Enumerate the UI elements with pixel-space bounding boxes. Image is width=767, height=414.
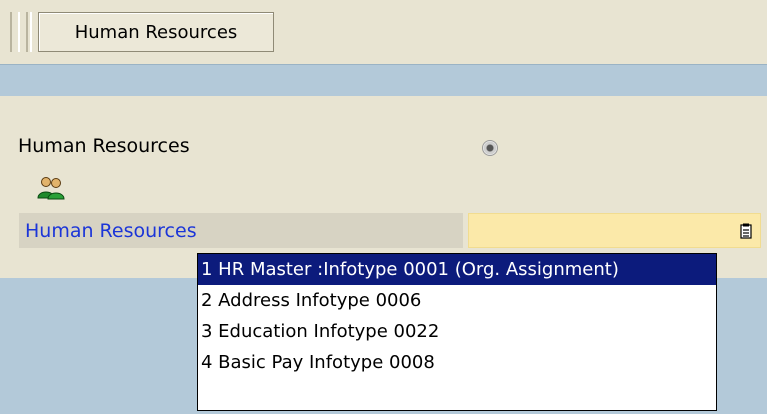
- form-area: [0, 96, 767, 278]
- dropdown-item[interactable]: 2 Address Infotype 0006: [198, 285, 716, 316]
- header-band: [0, 64, 767, 97]
- dropdown-item-selected[interactable]: 1 HR Master :Infotype 0001 (Org. Assignm…: [198, 254, 716, 285]
- dropdown-item-label: 1 HR Master :Infotype 0001 (Org. Assignm…: [201, 259, 619, 280]
- radio-button[interactable]: [482, 140, 498, 156]
- dropdown-item-label: 2 Address Infotype 0006: [201, 290, 422, 311]
- human-resources-toolbar-button[interactable]: Human Resources: [38, 12, 274, 52]
- dropdown-item-label: 3 Education Infotype 0022: [201, 321, 440, 342]
- people-icon: [37, 177, 65, 200]
- dropdown-item-label: 4 Basic Pay Infotype 0008: [201, 352, 435, 373]
- infotype-input-field[interactable]: [468, 213, 761, 248]
- toolbar-grip-secondary[interactable]: [26, 12, 32, 52]
- radio-label: Human Resources: [18, 135, 190, 157]
- infotype-dropdown-list[interactable]: 1 HR Master :Infotype 0001 (Org. Assignm…: [197, 253, 717, 411]
- field-label-human-resources: Human Resources: [19, 213, 463, 248]
- toolbar-button-label: Human Resources: [74, 21, 238, 43]
- dropdown-item[interactable]: 4 Basic Pay Infotype 0008: [198, 347, 716, 378]
- application-toolbar: Human Resources: [0, 0, 767, 64]
- field-label-text: Human Resources: [25, 219, 197, 242]
- toolbar-grip[interactable]: [10, 12, 20, 52]
- value-help-icon[interactable]: [740, 223, 752, 239]
- dropdown-item[interactable]: 3 Education Infotype 0022: [198, 316, 716, 347]
